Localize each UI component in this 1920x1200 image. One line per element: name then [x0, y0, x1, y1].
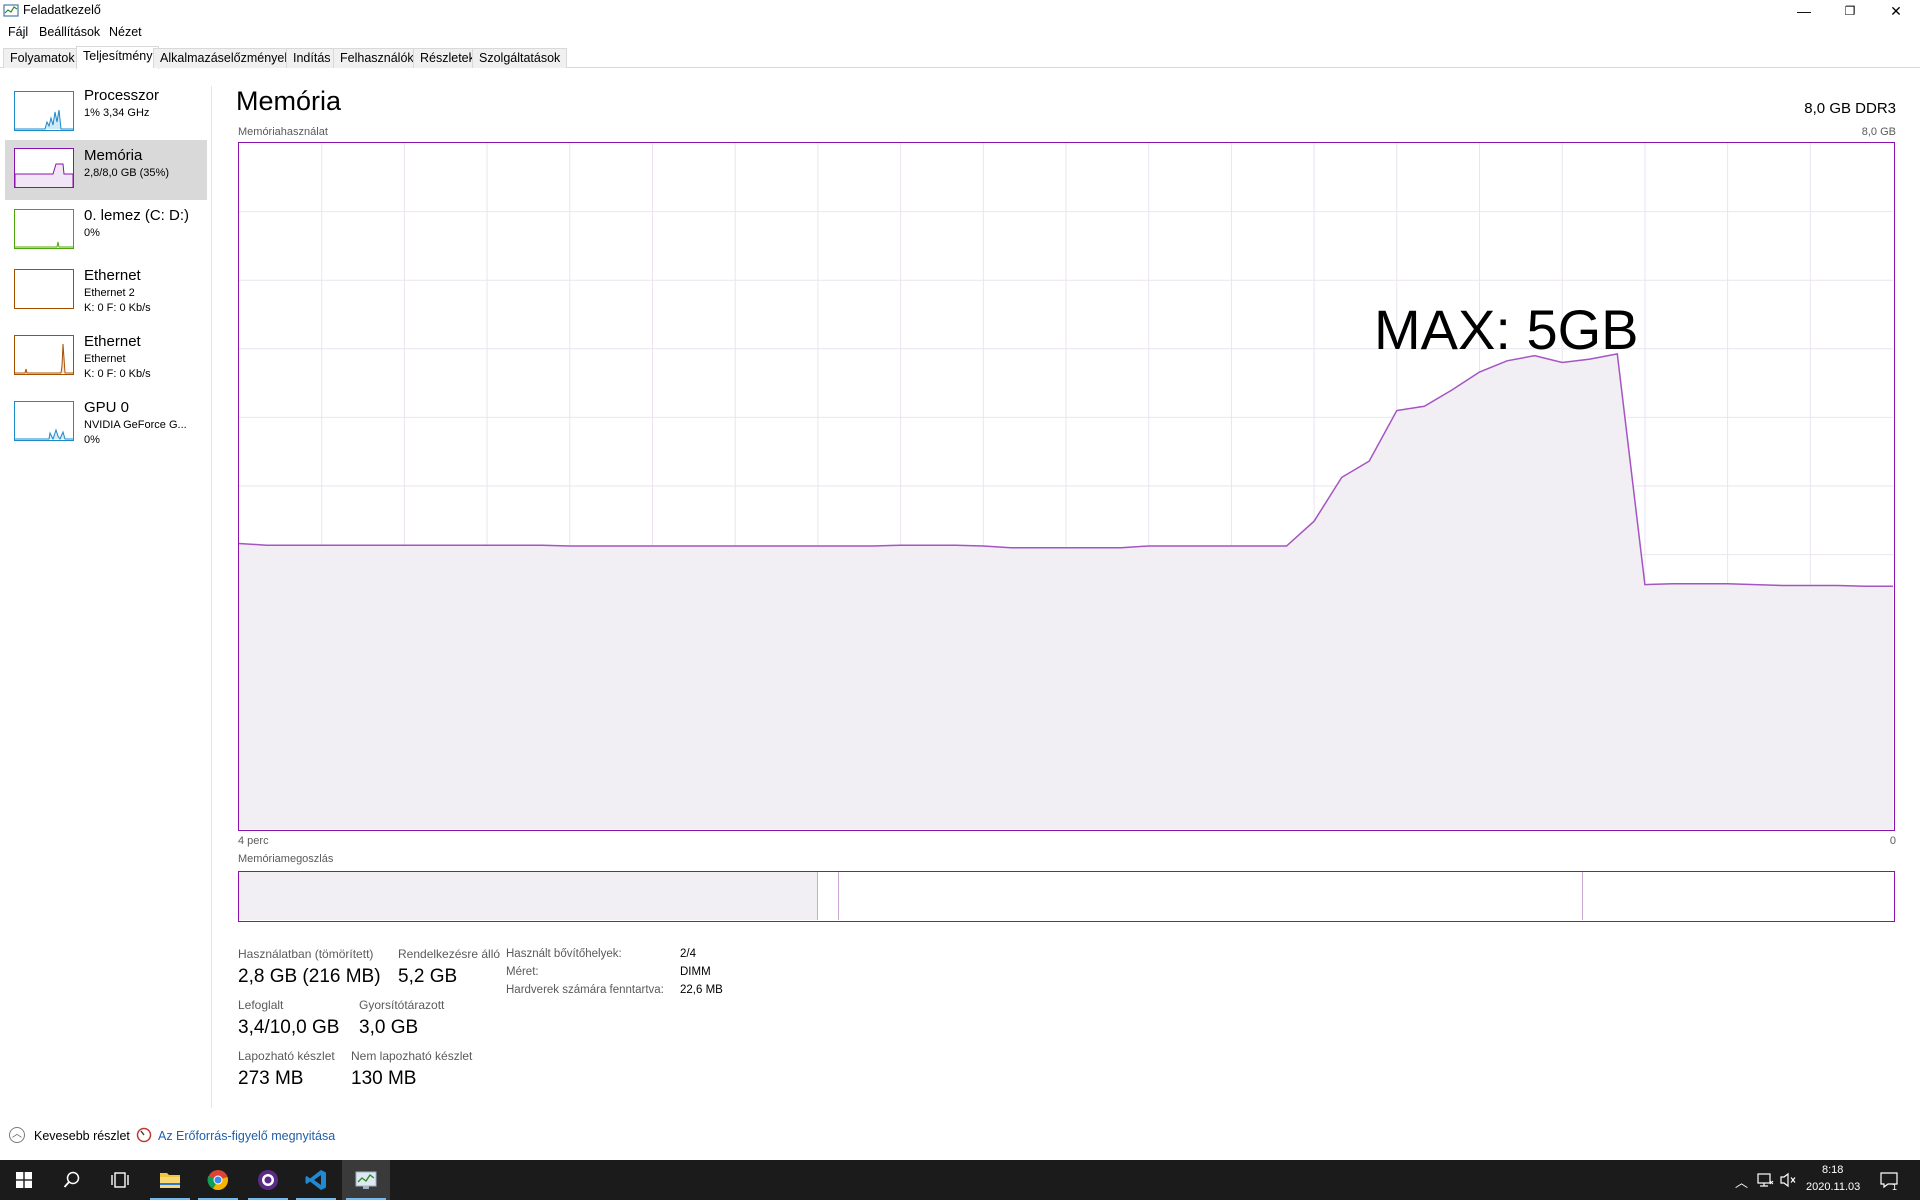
speaker-muted-icon[interactable] [1779, 1172, 1797, 1193]
chart-max-label: 8,0 GB [1861, 126, 1896, 138]
sidebar-item-disk[interactable]: 0. lemez (C: D:) 0% [5, 206, 207, 262]
clock-time[interactable]: 8:18 [1822, 1164, 1843, 1176]
menu-file[interactable]: Fájl [8, 25, 28, 39]
fewer-details-link[interactable]: Kevesebb részlet [34, 1129, 130, 1143]
cpu-thumbnail [14, 91, 74, 131]
sidebar-label: 0. lemez (C: D:) [84, 207, 190, 224]
sidebar-sub: 1% 3,34 GHz [84, 107, 150, 119]
memory-thumbnail [14, 148, 74, 188]
task-manager-taskbar-icon[interactable] [342, 1160, 390, 1200]
page-title: Memória [236, 86, 342, 116]
memory-spec: 8,0 GB DDR3 [1804, 100, 1896, 117]
in-use-value: 2,8 GB (216 MB) [238, 966, 381, 987]
cached-value: 3,0 GB [359, 1017, 419, 1038]
open-resource-monitor-link[interactable]: Az Erőforrás-figyelő megnyitása [158, 1129, 335, 1143]
disk-thumbnail [14, 209, 74, 249]
hardware-reserved-label: Hardverek számára fenntartva: [506, 984, 664, 996]
task-view-icon[interactable] [96, 1160, 144, 1200]
slots-value: 2/4 [680, 948, 696, 960]
tab-services[interactable]: Szolgáltatások [472, 48, 568, 68]
tab-app-history[interactable]: Alkalmazáselőzmények [153, 48, 298, 68]
x-axis-right-label: 0 [1889, 835, 1896, 847]
sidebar-item-ethernet[interactable]: Ethernet Ethernet K: 0 F: 0 Kb/s [5, 332, 207, 394]
tab-users[interactable]: Felhasználók [333, 48, 421, 68]
resource-monitor-icon [136, 1127, 152, 1148]
sidebar-item-cpu[interactable]: Processzor 1% 3,34 GHz [5, 86, 207, 142]
tab-startup[interactable]: Indítás [286, 48, 338, 68]
sidebar-item-gpu[interactable]: GPU 0 NVIDIA GeForce G... 0% [5, 398, 207, 460]
sidebar: Processzor 1% 3,34 GHz Memória 2,8/8,0 G… [0, 86, 212, 1108]
cached-label: Gyorsítótárazott [359, 998, 445, 1012]
sidebar-sub: 0% [84, 227, 100, 239]
in-use-label: Használatban (tömörített) [238, 947, 374, 961]
menu-settings[interactable]: Beállítások [39, 25, 100, 39]
available-label: Rendelkezésre álló [398, 947, 501, 961]
footer: ︿ Kevesebb részlet Az Erőforrás-figyelő … [0, 1124, 1920, 1146]
ethernet-thumbnail [14, 269, 74, 309]
clock-date[interactable]: 2020.11.03 [1806, 1181, 1860, 1193]
chart-label: Memóriahasználat [238, 126, 328, 138]
nonpaged-pool-value: 130 MB [351, 1068, 417, 1089]
hardware-reserved-value: 22,6 MB [680, 984, 723, 996]
memory-usage-graph [239, 143, 1893, 829]
tab-strip: Folyamatok Teljesítmény Alkalmazáselőzmé… [0, 46, 1920, 69]
committed-value: 3,4/10,0 GB [238, 1017, 340, 1038]
ethernet-thumbnail [14, 335, 74, 375]
memory-composition-bar [238, 871, 1895, 922]
x-axis-left-label: 4 perc [238, 835, 269, 847]
composition-modified [818, 872, 839, 920]
notification-count: 1 [1892, 1182, 1898, 1192]
sidebar-sub: Ethernet 2 [84, 287, 135, 299]
sidebar-sub: NVIDIA GeForce G... [84, 419, 187, 431]
chevron-up-icon[interactable]: ︿ [9, 1127, 25, 1143]
composition-label: Memóriamegoszlás [238, 853, 334, 865]
form-factor-label: Méret: [506, 966, 539, 978]
sidebar-sub: K: 0 F: 0 Kb/s [84, 368, 151, 380]
minimize-button[interactable]: — [1781, 0, 1827, 22]
vscode-icon[interactable] [292, 1160, 340, 1200]
close-button[interactable]: ✕ [1873, 0, 1919, 22]
chrome-icon[interactable] [194, 1160, 242, 1200]
sidebar-label: Ethernet [84, 333, 141, 350]
composition-in-use [239, 872, 818, 920]
window-title: Feladatkezelő [23, 3, 101, 17]
paged-pool-value: 273 MB [238, 1068, 304, 1089]
available-value: 5,2 GB [398, 966, 458, 987]
tab-performance[interactable]: Teljesítmény [76, 46, 160, 69]
task-manager-icon [3, 3, 19, 19]
gpu-thumbnail [14, 401, 74, 441]
max-annotation: MAX: 5GB [1374, 298, 1639, 361]
sidebar-sub: K: 0 F: 0 Kb/s [84, 302, 151, 314]
slots-label: Használt bővítőhelyek: [506, 948, 622, 960]
sidebar-sub: Ethernet [84, 353, 126, 365]
sidebar-sub: 0% [84, 434, 100, 446]
committed-label: Lefoglalt [238, 998, 284, 1012]
paged-pool-label: Lapozható készlet [238, 1049, 335, 1063]
sidebar-label: Memória [84, 147, 143, 164]
form-factor-value: DIMM [680, 966, 711, 978]
title-bar: Feladatkezelő — ❐ ✕ [0, 0, 1920, 22]
network-icon[interactable] [1756, 1172, 1774, 1193]
chevron-up-icon[interactable]: ︿ [1735, 1172, 1748, 1191]
file-explorer-icon[interactable] [146, 1160, 194, 1200]
nonpaged-pool-label: Nem lapozható készlet [351, 1049, 473, 1063]
taskbar: ︿ 8:18 2020.11.03 1 [0, 1160, 1920, 1200]
sidebar-sub: 2,8/8,0 GB (35%) [84, 167, 169, 179]
composition-standby [839, 872, 1583, 920]
tab-processes[interactable]: Folyamatok [3, 48, 82, 68]
sidebar-item-ethernet-2[interactable]: Ethernet Ethernet 2 K: 0 F: 0 Kb/s [5, 266, 207, 328]
sidebar-label: GPU 0 [84, 399, 130, 416]
search-icon[interactable] [48, 1160, 96, 1200]
start-button[interactable] [0, 1160, 48, 1200]
app-icon-purple[interactable] [244, 1160, 292, 1200]
sidebar-item-memory[interactable]: Memória 2,8/8,0 GB (35%) [5, 140, 207, 200]
memory-usage-chart [238, 142, 1895, 831]
sidebar-label: Processzor [84, 87, 160, 104]
menu-view[interactable]: Nézet [109, 25, 142, 39]
restore-button[interactable]: ❐ [1827, 0, 1873, 22]
sidebar-label: Ethernet [84, 267, 141, 284]
